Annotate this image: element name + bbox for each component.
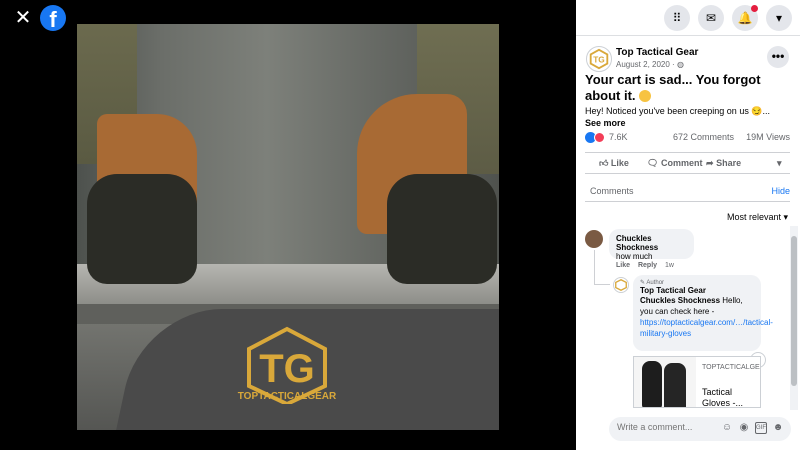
link-preview-card[interactable]: TOPTACTICALGEAR.COM Tactical Gloves -... <box>633 356 761 408</box>
post-date-text: August 2, 2020 · <box>616 60 675 69</box>
post-body-text: Hey! Noticed you've been creeping on us … <box>585 106 771 116</box>
comment-button-label: Comment <box>660 158 703 168</box>
like-button[interactable]: 👍︎ Like <box>599 158 629 169</box>
menu-grid-icon[interactable]: ⠿ <box>664 5 690 31</box>
sad-face-emoji-icon <box>639 90 652 102</box>
audience-caret-icon[interactable]: ▾ <box>777 158 782 169</box>
like-button-label: Like <box>610 158 629 168</box>
avatar[interactable] <box>585 230 603 248</box>
comment-time[interactable]: 1w <box>665 262 674 269</box>
facebook-logo-icon[interactable]: f <box>40 5 66 31</box>
share-button[interactable]: ➦ Share <box>706 158 741 169</box>
reply-text: Chuckles Shockness Hello, you can check … <box>640 295 773 339</box>
link-preview-image <box>634 357 696 407</box>
close-icon[interactable]: ✕ <box>13 8 33 28</box>
post-body: Hey! Noticed you've been creeping on us … <box>585 105 790 129</box>
mention-link[interactable]: Chuckles Shockness <box>640 296 720 305</box>
comment-text: how much <box>616 252 653 261</box>
comments-label: Comments <box>590 186 634 196</box>
thumbs-up-icon: 👍︎ <box>599 158 609 168</box>
post-stats: 7.6K 672 Comments 19M Views <box>585 132 790 146</box>
reaction-count[interactable]: 7.6K <box>609 132 628 142</box>
video-left-glove <box>87 174 197 284</box>
glove-image-right <box>664 363 686 407</box>
post-date[interactable]: August 2, 2020 · ◍ <box>616 60 684 69</box>
viewer-avatar <box>585 419 603 437</box>
post-video[interactable]: TG TOPTACTICALGEAR <box>77 24 499 430</box>
glove-image-left <box>642 361 662 407</box>
globe-icon: ◍ <box>676 60 684 69</box>
author-badge: ✎ Author <box>640 279 754 286</box>
video-right-glove <box>387 174 497 284</box>
comment-author[interactable]: Chuckles Shockness <box>616 234 687 252</box>
reply-author[interactable]: Top Tactical Gear <box>640 286 754 295</box>
post-headline: Your cart is sad... You forgot about it. <box>585 72 790 104</box>
messenger-icon[interactable]: ✉ <box>698 5 724 31</box>
comment-input[interactable] <box>617 422 717 432</box>
page-avatar[interactable]: TG <box>586 46 612 72</box>
thread-connector <box>594 284 610 285</box>
page-logo-small-icon <box>615 279 627 291</box>
page-name-link[interactable]: Top Tactical Gear <box>616 47 698 58</box>
sort-comments-dropdown[interactable]: Most relevant ▾ <box>727 212 788 223</box>
comment-composer[interactable]: ☺ ◉ GIF ☻ <box>609 417 791 441</box>
comment-bubble-icon: 🗨︎ <box>647 158 659 168</box>
top-bar: ⠿ ✉ 🔔 ▾ <box>576 0 800 36</box>
link-domain: TOPTACTICALGEAR.COM <box>702 364 760 371</box>
view-count: 19M Views <box>746 132 790 142</box>
comment-like-link[interactable]: Like <box>616 262 630 269</box>
notification-dot <box>751 5 758 12</box>
comments-divider <box>585 201 790 202</box>
link-title: Tactical Gloves -... <box>702 387 744 408</box>
watermark-text: TOPTACTICALGEAR <box>237 391 337 402</box>
gif-icon[interactable]: GIF <box>755 422 767 434</box>
comment-count[interactable]: 672 Comments <box>673 132 734 142</box>
see-more-link[interactable]: See more <box>585 118 626 128</box>
camera-icon[interactable]: ◉ <box>738 422 750 434</box>
post-header: TG Top Tactical Gear August 2, 2020 · ◍ <box>586 46 786 74</box>
headline-text: Your cart is sad... You forgot about it. <box>585 72 761 103</box>
page-logo-icon: TG <box>589 48 609 70</box>
reply-bubble: ✎ Author Top Tactical Gear Chuckles Shoc… <box>633 275 773 351</box>
account-caret-icon[interactable]: ▾ <box>766 5 792 31</box>
emoji-icon[interactable]: ☺ <box>721 422 733 434</box>
comment-reply-link[interactable]: Reply <box>638 262 657 269</box>
post-actions: 👍︎ Like 🗨︎ Comment ➦ Share ▾ <box>585 152 790 174</box>
comments-scrollbar[interactable] <box>790 226 798 410</box>
media-viewer: ✕ f TG TOPTACTICALGEAR <box>0 0 576 450</box>
comment-bubble: Chuckles Shockness how much <box>609 229 694 261</box>
notifications-bell-icon[interactable]: 🔔 <box>732 5 758 31</box>
share-arrow-icon: ➦ <box>706 158 714 168</box>
hide-comments-link[interactable]: Hide <box>771 186 790 196</box>
more-options-icon[interactable]: ••• <box>767 46 789 68</box>
love-reaction-icon[interactable] <box>594 132 605 143</box>
share-button-label: Share <box>716 158 742 168</box>
comment-button[interactable]: 🗨︎ Comment <box>647 158 702 169</box>
sticker-icon[interactable]: ☻ <box>772 422 784 434</box>
svg-text:TG: TG <box>259 347 315 391</box>
scrollbar-thumb[interactable] <box>791 236 797 386</box>
reply-url-link[interactable]: https://toptacticalgear.com/…/tactical-m… <box>640 318 773 338</box>
svg-text:TG: TG <box>593 55 605 65</box>
thread-line <box>594 250 595 284</box>
page-avatar-reply[interactable] <box>613 277 629 293</box>
comment-meta: Like Reply 1w <box>616 262 674 269</box>
